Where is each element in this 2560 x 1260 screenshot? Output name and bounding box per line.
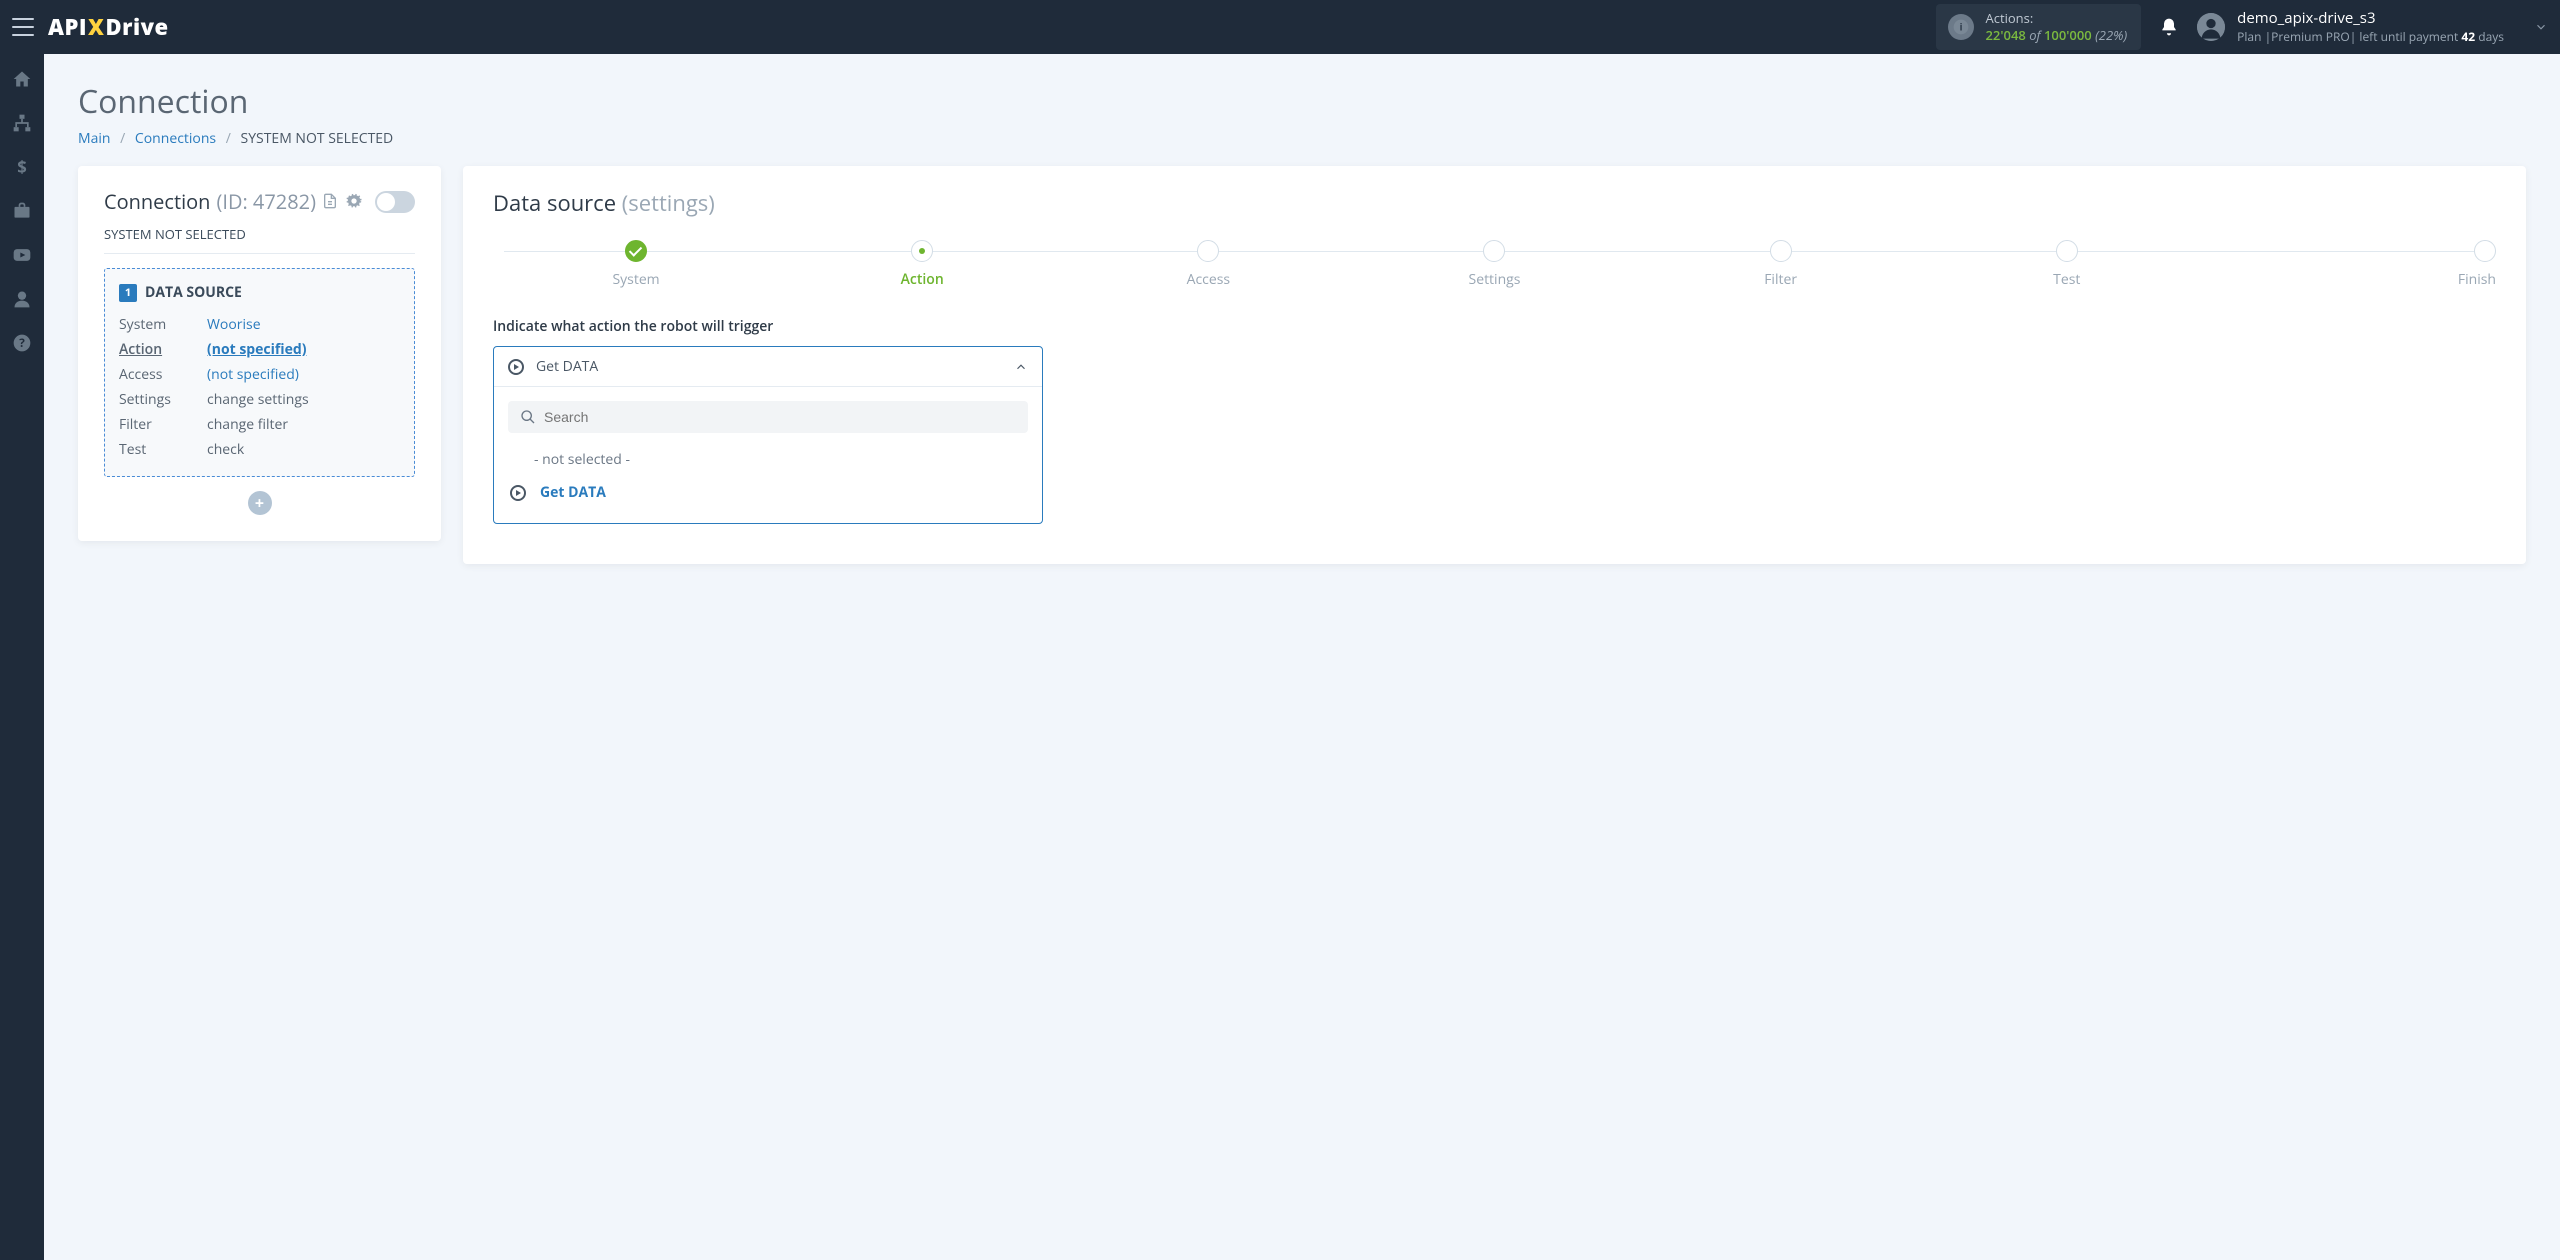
action-field-label: Indicate what action the robot will trig…: [493, 317, 2496, 336]
data-source-box: 1 DATA SOURCE SystemWoorise Action(not s…: [104, 268, 415, 477]
help-icon[interactable]: ?: [11, 332, 33, 354]
top-header: APIXDrive i Actions: 22'048 of 100'000 (…: [0, 0, 2560, 54]
play-icon: [510, 485, 526, 501]
step-system[interactable]: System: [493, 240, 779, 289]
document-icon[interactable]: [322, 193, 340, 211]
test-link[interactable]: check: [207, 437, 400, 462]
add-button[interactable]: +: [248, 491, 272, 515]
svg-text:?: ?: [19, 336, 25, 351]
row-access: Access(not specified): [119, 362, 400, 387]
settings-link[interactable]: change settings: [207, 387, 400, 412]
home-icon[interactable]: [11, 68, 33, 90]
step-test[interactable]: Test: [1924, 240, 2210, 289]
step-filter[interactable]: Filter: [1638, 240, 1924, 289]
chevron-up-icon: [1014, 360, 1028, 374]
play-icon: [508, 359, 524, 375]
row-test: Testcheck: [119, 437, 400, 462]
actions-counter[interactable]: i Actions: 22'048 of 100'000 (22%): [1936, 4, 2142, 50]
youtube-icon[interactable]: [11, 244, 33, 266]
ds-label: DATA SOURCE: [145, 283, 242, 302]
hamburger-icon[interactable]: [12, 18, 34, 36]
enable-toggle[interactable]: [375, 191, 415, 213]
user-text: demo_apix-drive_s3 Plan |Premium PRO| le…: [2237, 9, 2504, 44]
row-action: Action(not specified): [119, 337, 400, 362]
access-link[interactable]: (not specified): [207, 365, 299, 384]
content-area: Connection Main / Connections / SYSTEM N…: [44, 54, 2560, 590]
row-settings: Settingschange settings: [119, 387, 400, 412]
dollar-icon[interactable]: $: [11, 156, 33, 178]
info-icon: i: [1948, 14, 1974, 40]
step-finish[interactable]: Finish: [2210, 240, 2496, 289]
ds-number: 1: [119, 284, 137, 302]
crumb-current: SYSTEM NOT SELECTED: [241, 129, 394, 148]
rc-title: Data source (settings): [493, 188, 2496, 218]
svg-text:$: $: [17, 157, 27, 177]
bell-icon[interactable]: [2159, 17, 2179, 37]
row-system: SystemWoorise: [119, 312, 400, 337]
step-access[interactable]: Access: [1065, 240, 1351, 289]
gear-icon[interactable]: [346, 193, 364, 211]
avatar-icon: [2197, 13, 2225, 41]
system-not-selected-label: SYSTEM NOT SELECTED: [104, 225, 415, 254]
ds-table: SystemWoorise Action(not specified) Acce…: [119, 312, 400, 462]
briefcase-icon[interactable]: [11, 200, 33, 222]
search-box: [508, 401, 1028, 433]
select-dropdown: - not selected - Get DATA: [494, 387, 1042, 523]
system-link[interactable]: Woorise: [207, 315, 261, 334]
actions-text: Actions: 22'048 of 100'000 (22%): [1986, 10, 2128, 44]
option-none[interactable]: - not selected -: [508, 443, 1028, 476]
chevron-down-icon: [2534, 20, 2548, 34]
logo-drive: Drive: [105, 12, 168, 42]
select-value: Get DATA: [536, 357, 598, 376]
breadcrumb: Main / Connections / SYSTEM NOT SELECTED: [78, 129, 2526, 148]
sidebar: $ ?: [0, 54, 44, 1260]
step-settings[interactable]: Settings: [1351, 240, 1637, 289]
connection-card: Connection (ID: 47282) SYSTEM NOT SELECT…: [78, 166, 441, 541]
sitemap-icon[interactable]: [11, 112, 33, 134]
stepper: System Action Access Settings Filter Tes…: [493, 240, 2496, 289]
user-icon[interactable]: [11, 288, 33, 310]
filter-link[interactable]: change filter: [207, 412, 400, 437]
option-get-data[interactable]: Get DATA: [508, 476, 1028, 509]
page-title: Connection: [78, 80, 2526, 123]
conn-title: Connection: [104, 188, 210, 215]
step-action[interactable]: Action: [779, 240, 1065, 289]
logo[interactable]: APIXDrive: [48, 12, 169, 42]
data-source-card: Data source (settings) System Action Acc…: [463, 166, 2526, 564]
conn-id: (ID: 47282): [216, 188, 316, 215]
search-icon: [520, 409, 536, 425]
row-filter: Filterchange filter: [119, 412, 400, 437]
logo-api: API: [48, 12, 87, 42]
crumb-main[interactable]: Main: [78, 129, 111, 148]
select-head[interactable]: Get DATA: [494, 347, 1042, 387]
svg-text:i: i: [1959, 20, 1962, 33]
action-link[interactable]: (not specified): [207, 340, 306, 359]
search-input[interactable]: [544, 409, 1016, 425]
user-menu[interactable]: demo_apix-drive_s3 Plan |Premium PRO| le…: [2197, 9, 2548, 44]
crumb-connections[interactable]: Connections: [135, 129, 216, 148]
action-select: Get DATA - not selected - Get DATA: [493, 346, 1043, 524]
